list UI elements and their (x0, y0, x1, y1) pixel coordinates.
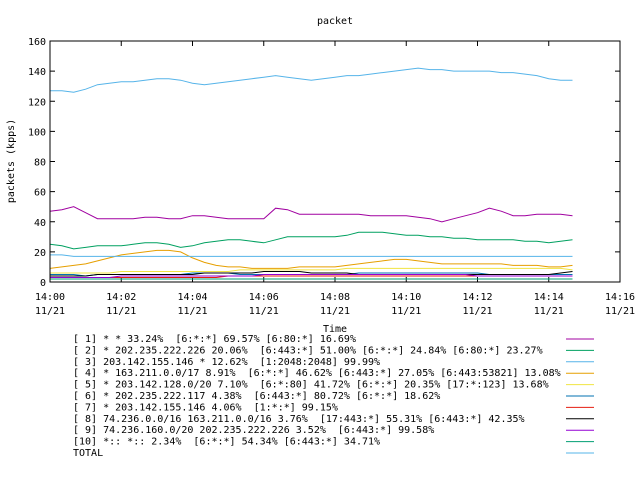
series-line-2 (49, 231, 573, 250)
x-tick-label-date: 11/21 (106, 306, 136, 317)
legend-entry-2: [ 2] * 202.235.222.226 20.06% [6:443:*] … (73, 345, 543, 356)
x-tick-label-time: 14:04 (177, 292, 207, 303)
series-line-1 (49, 206, 573, 223)
y-tick-label: 40 (34, 218, 46, 229)
y-tick-label: 100 (28, 127, 46, 138)
legend-entry-6: [ 6] * 202.235.222.117 4.38% [6:443:*] 8… (73, 391, 440, 402)
chart-title: packet (317, 16, 353, 27)
legend-entry-7: [ 7] * 203.142.155.146 4.06% [1:*:*] 99.… (73, 402, 338, 413)
x-tick-label-date: 11/21 (35, 306, 65, 317)
legend-entry-10: [10] *:: *:: 2.34% [6:*:*] 54.34% [6:443… (73, 437, 380, 448)
y-tick-label: 0 (40, 278, 46, 289)
x-tick-label-date: 11/21 (534, 306, 564, 317)
x-tick-label-time: 14:02 (106, 292, 136, 303)
x-tick-label-time: 14:12 (462, 292, 492, 303)
x-tick-label-date: 11/21 (391, 306, 421, 317)
series-line-3 (50, 67, 573, 93)
y-tick-label: 80 (34, 158, 46, 169)
y-tick-label: 160 (28, 37, 46, 48)
x-tick-label-time: 14:00 (35, 292, 65, 303)
x-tick-label-date: 11/21 (605, 306, 635, 317)
series-line-11 (50, 254, 573, 257)
legend-entry-11: TOTAL (73, 448, 103, 459)
plot-series (49, 67, 573, 280)
x-tick-label-time: 14:08 (320, 292, 350, 303)
series-line-5 (50, 267, 573, 274)
series-line-8 (50, 271, 573, 277)
y-tick-label: 140 (28, 67, 46, 78)
x-tick-label-date: 11/21 (462, 306, 492, 317)
legend-entry-3: [ 3] 203.142.155.146 * 12.62% [1:2048:20… (73, 357, 380, 368)
x-tick-label-date: 11/21 (320, 306, 350, 317)
y-axis-label: packets (kpps) (6, 119, 17, 203)
legend-entry-4: [ 4] * 163.211.0.0/17 8.91% [6:*:*] 46.6… (73, 368, 561, 379)
x-tick-label-time: 14:16 (605, 292, 635, 303)
series-line-4 (49, 249, 573, 269)
legend-entry-8: [ 8] 74.236.0.0/16 163.211.0.0/16 3.76% … (73, 414, 525, 425)
legend-entry-9: [ 9] 74.236.160.0/20 202.235.222.226 3.5… (73, 425, 434, 436)
legend: [ 1] * * 33.24% [6:*:*] 69.57% [6:80:*] … (73, 334, 594, 459)
y-tick-label: 120 (28, 97, 46, 108)
x-tick-label-time: 14:06 (249, 292, 279, 303)
x-tick-label-time: 14:14 (534, 292, 564, 303)
legend-entry-1: [ 1] * * 33.24% [6:*:*] 69.57% [6:80:*] … (73, 334, 356, 345)
x-tick-label-date: 11/21 (249, 306, 279, 317)
x-tick-label-time: 14:10 (391, 292, 421, 303)
y-tick-label: 60 (34, 188, 46, 199)
y-tick-label: 20 (34, 248, 46, 259)
x-tick-label-date: 11/21 (177, 306, 207, 317)
legend-entry-5: [ 5] * 203.142.128.0/20 7.10% [6:*:80] 4… (73, 380, 549, 391)
packet-chart: packet packets (kpps) Time 0204060801001… (6, 16, 635, 459)
